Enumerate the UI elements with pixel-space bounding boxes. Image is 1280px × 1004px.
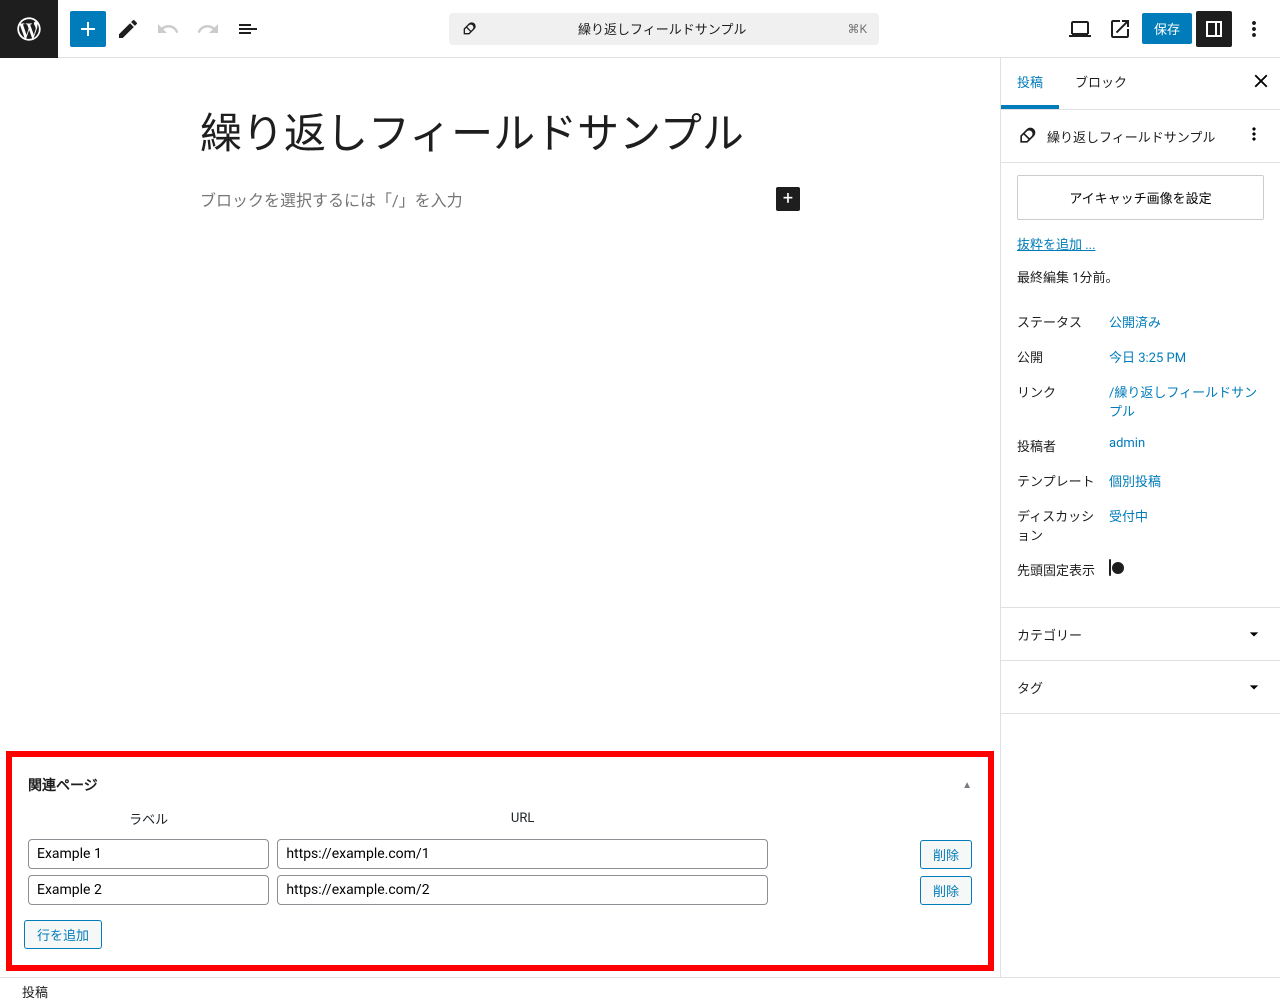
pencil-icon xyxy=(116,17,140,41)
post-title[interactable]: 繰り返しフィールドサンプル xyxy=(200,108,800,163)
view-post-button[interactable] xyxy=(1102,11,1138,47)
redo-button[interactable] xyxy=(190,11,226,47)
close-sidebar-button[interactable] xyxy=(1246,66,1276,100)
status-value[interactable]: 公開済み xyxy=(1109,312,1264,331)
feather-icon xyxy=(1017,126,1037,146)
table-row: 削除 xyxy=(24,872,976,908)
delete-row-button[interactable]: 削除 xyxy=(920,876,972,905)
sidebar-icon xyxy=(1202,17,1226,41)
tab-post[interactable]: 投稿 xyxy=(1001,58,1059,109)
chevron-down-icon xyxy=(1244,624,1264,644)
row-discussion: ディスカッション 受付中 xyxy=(1017,498,1264,552)
more-options-button[interactable] xyxy=(1236,11,1272,47)
save-button[interactable]: 保存 xyxy=(1142,13,1192,44)
sidebar-tabs: 投稿 ブロック xyxy=(1001,58,1280,110)
add-row-button[interactable]: 行を追加 xyxy=(24,920,102,949)
undo-button[interactable] xyxy=(150,11,186,47)
url-input[interactable] xyxy=(277,875,768,905)
feather-icon xyxy=(461,21,477,37)
last-edited-text: 最終編集 1分前。 xyxy=(1017,267,1264,286)
panel-category[interactable]: カテゴリー xyxy=(1001,608,1280,661)
label-input[interactable] xyxy=(28,839,269,869)
sidebar-doc-title: 繰り返しフィールドサンプル xyxy=(1047,127,1234,146)
label-input[interactable] xyxy=(28,875,269,905)
add-excerpt-link[interactable]: 抜粋を追加 ... xyxy=(1017,238,1096,253)
sidebar-doc-title-row: 繰り返しフィールドサンプル xyxy=(1001,110,1280,163)
row-sticky: 先頭固定表示 xyxy=(1017,552,1264,587)
block-prompt-text: ブロックを選択するには「/」を入力 xyxy=(200,187,463,211)
topbar: 繰り返しフィールドサンプル ⌘K 保存 xyxy=(0,0,1280,58)
wordpress-icon xyxy=(15,15,43,43)
title-area: 繰り返しフィールドサンプル ⌘K xyxy=(270,13,1058,45)
row-publish: 公開 今日 3:25 PM xyxy=(1017,339,1264,374)
table-row: 削除 xyxy=(24,836,976,872)
author-value[interactable]: admin xyxy=(1109,436,1264,455)
row-template: テンプレート 個別投稿 xyxy=(1017,463,1264,498)
wp-logo[interactable] xyxy=(0,0,58,58)
breadcrumb-bar: 投稿 xyxy=(0,977,1280,1004)
default-block-appender[interactable]: ブロックを選択するには「/」を入力 + xyxy=(200,187,800,211)
col-header-url: URL xyxy=(273,809,772,836)
preview-device-button[interactable] xyxy=(1062,11,1098,47)
document-overview-button[interactable] xyxy=(230,11,266,47)
discussion-value[interactable]: 受付中 xyxy=(1109,506,1264,544)
ellipsis-vertical-icon xyxy=(1242,17,1266,41)
breadcrumb-item[interactable]: 投稿 xyxy=(22,986,48,1001)
row-link: リンク /繰り返しフィールドサンプル xyxy=(1017,374,1264,428)
url-input[interactable] xyxy=(277,839,768,869)
link-value[interactable]: /繰り返しフィールドサンプル xyxy=(1109,382,1264,420)
chevron-down-icon xyxy=(1244,677,1264,697)
panel-tag[interactable]: タグ xyxy=(1001,661,1280,714)
ellipsis-vertical-icon xyxy=(1244,124,1264,144)
command-shortcut: ⌘K xyxy=(847,22,867,36)
add-block-button[interactable] xyxy=(70,11,106,47)
template-value[interactable]: 個別投稿 xyxy=(1109,471,1264,490)
external-icon xyxy=(1108,17,1132,41)
tools-button[interactable] xyxy=(110,11,146,47)
redo-icon xyxy=(196,17,220,41)
editor-canvas: 繰り返しフィールドサンプル ブロックを選択するには「/」を入力 + 関連ページ … xyxy=(0,58,1000,977)
metabox-highlight: 関連ページ ▲ ラベル URL xyxy=(6,751,994,971)
delete-row-button[interactable]: 削除 xyxy=(920,840,972,869)
metabox-title: 関連ページ xyxy=(28,775,98,795)
document-title-box[interactable]: 繰り返しフィールドサンプル ⌘K xyxy=(449,13,879,45)
collapse-toggle-icon[interactable]: ▲ xyxy=(962,780,972,791)
repeater-table: ラベル URL 削除 xyxy=(24,809,976,908)
plus-icon xyxy=(76,17,100,41)
publish-value[interactable]: 今日 3:25 PM xyxy=(1109,347,1264,366)
undo-icon xyxy=(156,17,180,41)
settings-panel-toggle[interactable] xyxy=(1196,11,1232,47)
row-author: 投稿者 admin xyxy=(1017,428,1264,463)
list-view-icon xyxy=(236,17,260,41)
settings-sidebar: 投稿 ブロック 繰り返しフィールドサンプル アイキャッチ画像を設定 抜粋を追加 … xyxy=(1000,58,1280,977)
tab-block[interactable]: ブロック xyxy=(1059,58,1143,109)
sticky-toggle[interactable] xyxy=(1109,559,1111,576)
document-title-text: 繰り返しフィールドサンプル xyxy=(487,19,837,38)
doc-more-button[interactable] xyxy=(1244,124,1264,148)
row-status: ステータス 公開済み xyxy=(1017,304,1264,339)
col-header-label: ラベル xyxy=(24,809,273,836)
topbar-right: 保存 xyxy=(1062,11,1272,47)
laptop-icon xyxy=(1068,17,1092,41)
close-icon xyxy=(1250,70,1272,92)
metabox-header[interactable]: 関連ページ ▲ xyxy=(24,765,976,809)
set-featured-image-button[interactable]: アイキャッチ画像を設定 xyxy=(1017,175,1264,220)
add-block-inline-button[interactable]: + xyxy=(776,187,800,211)
